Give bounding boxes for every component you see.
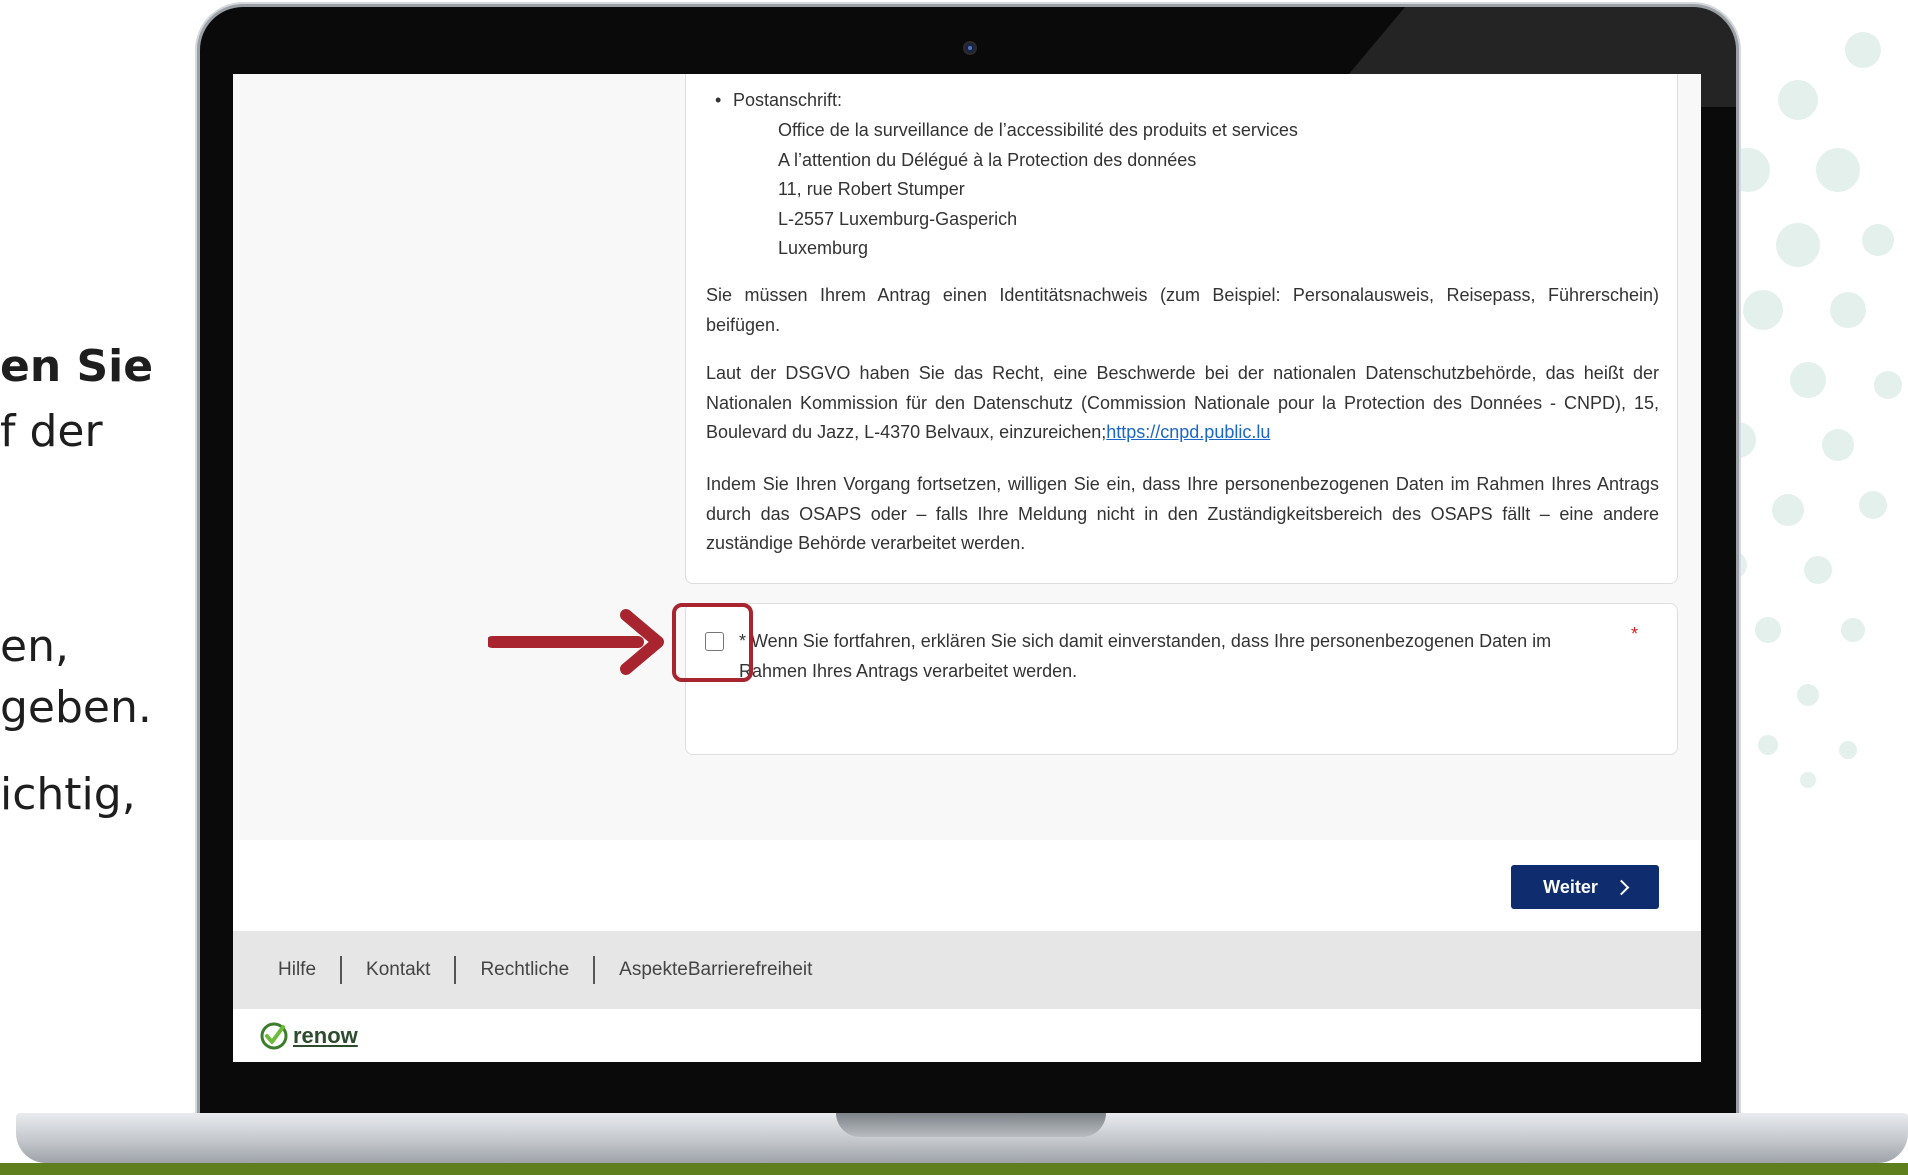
- background-text-5: ichtig,: [0, 769, 136, 820]
- background-text-2: f der: [0, 406, 103, 457]
- footer-link-help[interactable]: Hilfe: [268, 956, 340, 984]
- complaint-paragraph: Laut der DSGVO haben Sie das Recht, eine…: [706, 359, 1659, 448]
- annotation-highlight-box: [672, 603, 753, 682]
- cnpd-link[interactable]: https://cnpd.public.lu: [1106, 422, 1270, 442]
- next-button-label: Weiter: [1543, 876, 1598, 897]
- browser-screen: Postanschrift: Office de la surveillance…: [233, 74, 1701, 1062]
- address-line: L-2557 Luxemburg-Gasperich: [778, 208, 1018, 229]
- annotation-arrow-icon: [488, 609, 664, 675]
- required-marker: *: [1631, 624, 1639, 644]
- background-text-3: en,: [0, 621, 69, 672]
- identity-paragraph: Sie müssen Ihrem Antrag einen Identitäts…: [706, 285, 1659, 335]
- logo-text: renow: [293, 1023, 358, 1048]
- address-label: Postanschrift:: [715, 86, 842, 116]
- camera-icon: [963, 41, 977, 55]
- next-button[interactable]: Weiter: [1511, 865, 1659, 909]
- address-block: Office de la surveillance de l’accessibi…: [778, 116, 1298, 264]
- logo-bar: renow: [233, 1009, 1701, 1062]
- footer-link-legal[interactable]: Rechtliche: [454, 956, 593, 984]
- laptop-notch: [836, 1113, 1106, 1137]
- address-line: Luxemburg: [778, 238, 869, 258]
- background-text-1: en Sie: [0, 341, 154, 392]
- checkmark-logo-icon: [260, 1022, 288, 1050]
- footer-link-accessibility[interactable]: AspekteBarrierefreiheit: [593, 956, 836, 984]
- chevron-right-icon: [1613, 879, 1630, 895]
- footer: Hilfe Kontakt Rechtliche AspekteBarriere…: [233, 931, 1701, 1009]
- navigation-bar: [233, 840, 1701, 931]
- address-line: 11, rue Robert Stumper: [778, 179, 965, 199]
- address-line: Office de la surveillance de l’accessibi…: [778, 120, 1298, 140]
- address-line: A l’attention du Délégué à la Protection…: [778, 149, 1197, 170]
- consent-info-paragraph: Indem Sie Ihren Vorgang fortsetzen, will…: [706, 474, 1659, 553]
- renow-logo[interactable]: renow: [259, 1021, 358, 1051]
- consent-label: * Wenn Sie fortfahren, erklären Sie sich…: [739, 631, 1552, 681]
- footer-link-contact[interactable]: Kontakt: [340, 956, 454, 984]
- background-text-4: geben.: [0, 682, 152, 733]
- ground-strip: [0, 1163, 1908, 1175]
